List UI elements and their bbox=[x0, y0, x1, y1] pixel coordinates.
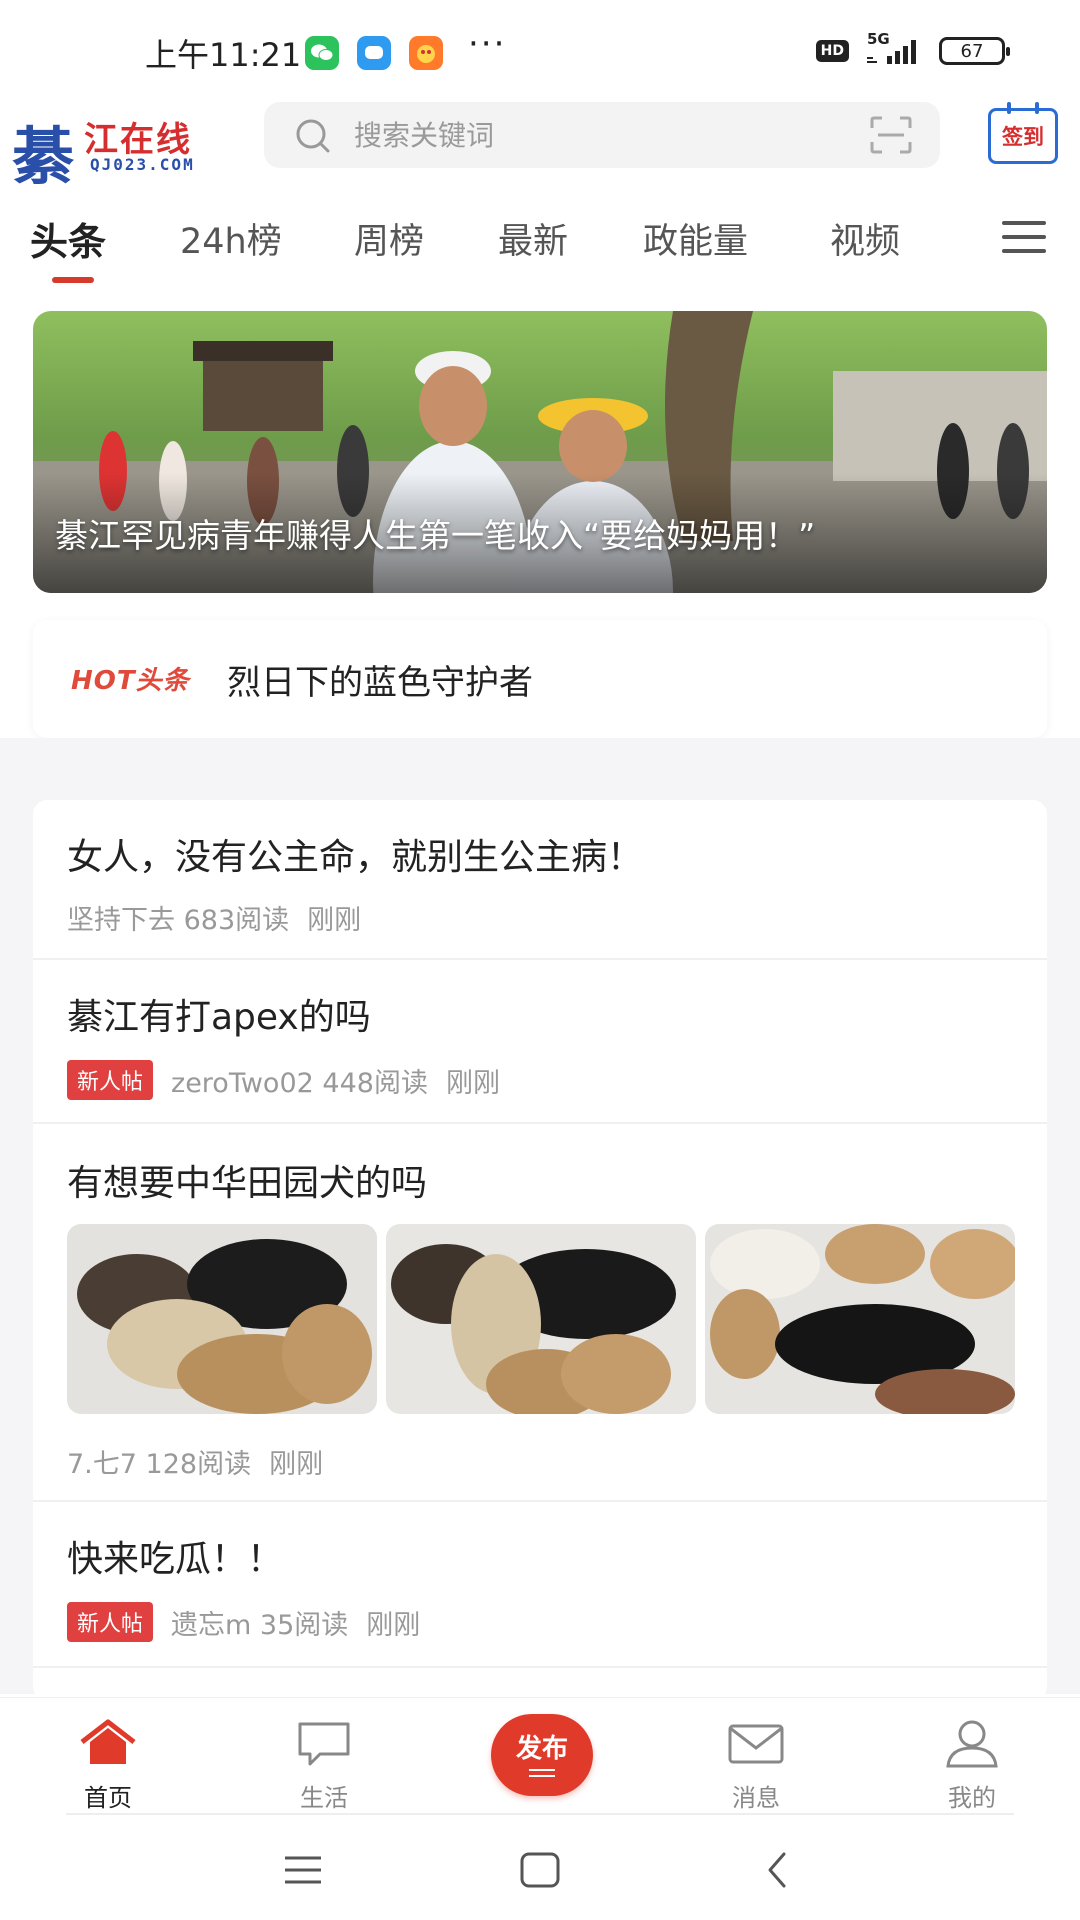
list-item[interactable]: 快来吃瓜！！ 新人帖 遗忘m 35阅读 刚刚 bbox=[33, 1502, 1047, 1668]
signal-icon: 5G bbox=[863, 30, 925, 66]
status-system-icons: HD 5G 67 bbox=[815, 30, 1010, 66]
post-title: 快来吃瓜！！ bbox=[67, 1539, 284, 1580]
post-meta: 7.七7 128阅读 刚刚 bbox=[67, 1442, 323, 1481]
headline-banner[interactable]: 綦江罕见病青年赚得人生第一笔收入“要给妈妈用！” bbox=[33, 311, 1047, 593]
post-time: 刚刚 bbox=[445, 1067, 500, 1099]
more-notifications-icon: ··· bbox=[468, 24, 507, 64]
hot-headline[interactable]: HOT头条 烈日下的蓝色守护者 bbox=[33, 620, 1047, 738]
active-tab-indicator bbox=[52, 277, 94, 283]
tab-24h-ranking[interactable]: 24h榜 bbox=[180, 213, 282, 264]
nav-profile[interactable]: 我的 bbox=[912, 1718, 1032, 1813]
publish-button[interactable]: 发布 bbox=[491, 1714, 593, 1796]
post-image-grid bbox=[67, 1224, 1015, 1414]
publish-icon bbox=[529, 1769, 555, 1777]
checkin-button[interactable]: 签到 bbox=[988, 102, 1058, 164]
banner-title: 綦江罕见病青年赚得人生第一笔收入“要给妈妈用！” bbox=[55, 516, 816, 555]
post-author-reads: 坚持下去 683阅读 bbox=[67, 905, 290, 936]
category-tabs: 头条 24h榜 周榜 最新 政能量 视频 bbox=[0, 193, 1080, 288]
nav-home[interactable]: 首页 bbox=[48, 1718, 168, 1813]
post-feed: 女人，没有公主命，就别生公主病！ 坚持下去 683阅读 刚刚 綦江有打apex的… bbox=[33, 800, 1047, 1700]
list-item[interactable]: 綦江有打apex的吗 新人帖 zeroTwo02 448阅读 刚刚 bbox=[33, 960, 1047, 1124]
home-icon bbox=[80, 1719, 136, 1764]
square-icon bbox=[520, 1852, 560, 1888]
recent-apps-button[interactable] bbox=[278, 1845, 328, 1895]
post-image[interactable] bbox=[386, 1224, 696, 1414]
post-meta: 坚持下去 683阅读 刚刚 bbox=[67, 898, 361, 937]
post-image[interactable] bbox=[705, 1224, 1015, 1414]
app-header: 綦 江在线 QJ023.COM 签到 bbox=[0, 98, 1080, 193]
post-meta: 新人帖 zeroTwo02 448阅读 刚刚 bbox=[67, 1060, 500, 1100]
game-app-icon bbox=[409, 36, 443, 70]
battery-icon: 67 bbox=[939, 37, 1010, 65]
tab-video[interactable]: 视频 bbox=[830, 213, 900, 264]
tab-government[interactable]: 政能量 bbox=[643, 213, 748, 264]
menu-icon[interactable] bbox=[1002, 221, 1046, 257]
app-logo: 綦 江在线 QJ023.COM bbox=[12, 120, 195, 193]
post-author-reads: 遗忘m 35阅读 bbox=[171, 1609, 349, 1641]
post-title: 有想要中华田园犬的吗 bbox=[67, 1163, 428, 1204]
chevron-left-icon bbox=[768, 1852, 786, 1888]
chat-bubble-icon bbox=[298, 1722, 350, 1766]
list-item[interactable]: 女人，没有公主命，就别生公主病！ 坚持下去 683阅读 刚刚 bbox=[33, 800, 1047, 960]
status-notification-icons bbox=[305, 36, 443, 70]
menu-lines-icon bbox=[285, 1856, 321, 1884]
user-icon bbox=[946, 1720, 998, 1768]
back-button[interactable] bbox=[752, 1845, 802, 1895]
hot-badge: HOT头条 bbox=[71, 666, 190, 696]
status-time: 上午11:21 bbox=[145, 36, 302, 74]
post-author-reads: 7.七7 128阅读 bbox=[67, 1449, 252, 1480]
hd-voice-icon: HD bbox=[815, 40, 849, 62]
home-button[interactable] bbox=[515, 1845, 565, 1895]
post-meta: 新人帖 遗忘m 35阅读 刚刚 bbox=[67, 1602, 420, 1642]
post-title: 綦江有打apex的吗 bbox=[67, 997, 371, 1038]
post-author-reads: zeroTwo02 448阅读 bbox=[171, 1067, 428, 1099]
list-item[interactable]: 有想要中华田园犬的吗 7.七7 128阅读 刚刚 bbox=[33, 1124, 1047, 1502]
message-app-icon bbox=[357, 36, 391, 70]
search-bar[interactable] bbox=[264, 102, 940, 168]
nav-life[interactable]: 生活 bbox=[264, 1718, 384, 1813]
nav-messages[interactable]: 消息 bbox=[696, 1718, 816, 1813]
post-image[interactable] bbox=[67, 1224, 377, 1414]
post-title: 女人，没有公主命，就别生公主病！ bbox=[67, 837, 644, 878]
status-bar: 上午11:21 ··· HD 5G 67 bbox=[0, 0, 1080, 100]
system-navigation bbox=[0, 1815, 1080, 1920]
tab-headlines[interactable]: 头条 bbox=[30, 211, 106, 266]
bottom-navigation: 首页 生活 发布 消息 我的 bbox=[0, 1697, 1080, 1815]
new-post-badge: 新人帖 bbox=[67, 1602, 154, 1642]
post-time: 刚刚 bbox=[269, 1449, 324, 1480]
new-post-badge: 新人帖 bbox=[67, 1060, 154, 1100]
wechat-icon bbox=[305, 36, 339, 70]
tab-latest[interactable]: 最新 bbox=[498, 213, 568, 264]
tab-weekly-ranking[interactable]: 周榜 bbox=[354, 213, 424, 264]
hot-headline-text: 烈日下的蓝色守护者 bbox=[227, 663, 533, 703]
search-input[interactable] bbox=[354, 102, 834, 168]
mail-icon bbox=[728, 1724, 784, 1764]
scan-icon[interactable] bbox=[870, 116, 912, 154]
post-time: 刚刚 bbox=[307, 905, 362, 936]
search-icon bbox=[296, 119, 330, 153]
post-time: 刚刚 bbox=[366, 1609, 421, 1641]
